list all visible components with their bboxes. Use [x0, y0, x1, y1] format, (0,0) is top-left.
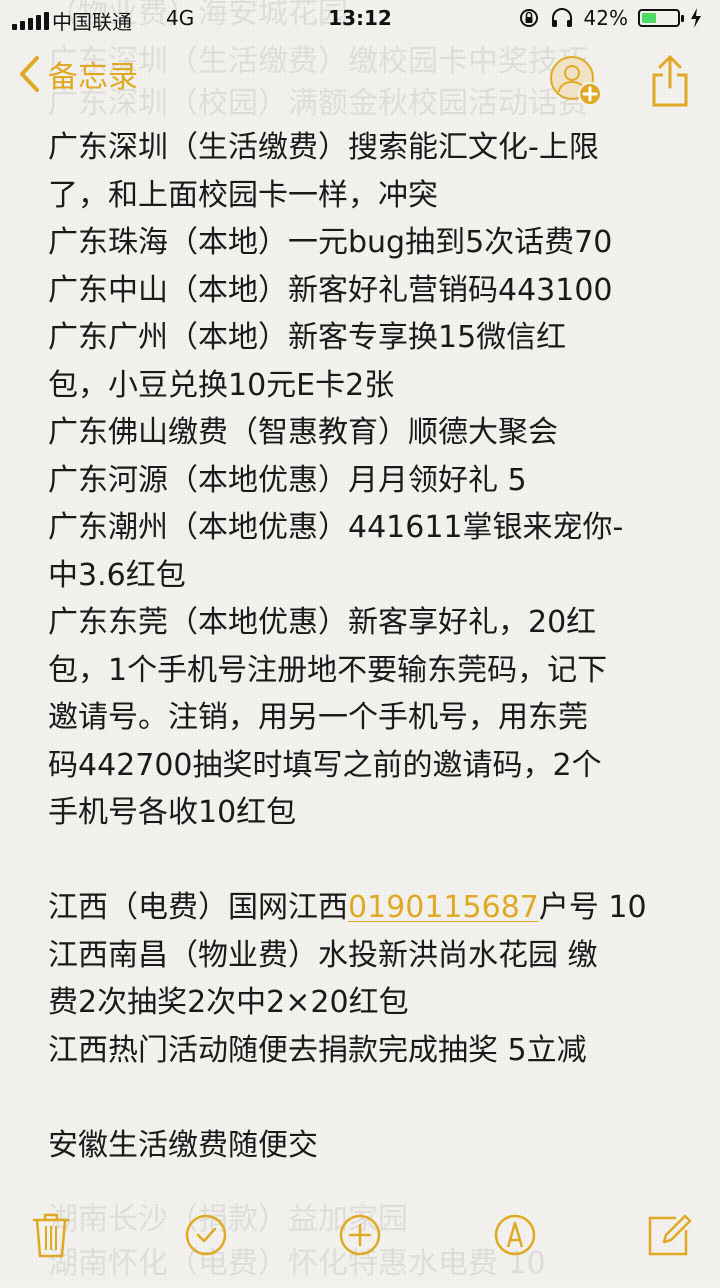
note-line: 广东佛山缴费（智惠教育）顺德大聚会 — [48, 415, 558, 450]
battery-icon — [638, 9, 684, 27]
back-label: 备忘录 — [48, 60, 138, 95]
checkmark-circle-icon — [185, 1214, 226, 1256]
note-line: 中3.6红包 — [48, 557, 186, 593]
note-line: 邀请号。注销，用另一个手机号，用东莞 — [48, 700, 588, 735]
note-line: 码442700抽奖时填写之前的邀请码，2个 — [48, 747, 602, 783]
note-line: 广东东莞（本地优惠）新客享好礼，20红 — [48, 605, 597, 640]
phone-number-link[interactable]: 0190115687 — [348, 890, 539, 925]
note-line: 江西热门活动随便去捐款完成抽奖 5立减 — [48, 1032, 587, 1068]
note-line: 包，1个手机号注册地不要输东莞码，记下 — [48, 652, 608, 688]
battery-percent: 42% — [583, 6, 628, 30]
note-line: 费2次抽奖2次中2×20红包 — [48, 985, 409, 1020]
chevron-left-icon — [20, 56, 39, 92]
note-body[interactable]: 广东深圳（生活缴费）搜索能汇文化-上限 了，和上面校园卡一样，冲突 广东珠海（本… — [48, 124, 698, 1169]
note-line: 广东中山（本地）新客好礼营销码443100 — [48, 272, 613, 308]
note-line: 广东深圳（生活缴费）搜索能汇文化-上限 — [48, 130, 599, 165]
note-text: 江西（电费）国网江西 — [48, 890, 348, 925]
checklist-button[interactable] — [183, 1212, 229, 1258]
note-line: 安徽生活缴费随便交 — [48, 1127, 318, 1163]
pen-tip-icon — [494, 1214, 535, 1256]
orientation-lock-icon — [519, 9, 538, 27]
note-line: 广东珠海（本地）一元bug抽到5次话费70 — [48, 225, 613, 260]
compose-icon — [648, 1214, 692, 1256]
back-button[interactable]: 备忘录 — [18, 52, 138, 96]
note-line: 了，和上面校园卡一样，冲突 — [48, 177, 438, 213]
note-line-jiangxi-electricity: 江西（电费）国网江西0190115687户号 10 — [48, 884, 698, 932]
share-icon[interactable] — [650, 55, 690, 107]
charging-bolt-icon — [691, 8, 701, 28]
markup-button[interactable] — [492, 1212, 538, 1258]
navigation-bar: 备忘录 — [0, 44, 720, 120]
note-line: 广东河源（本地优惠）月月领好礼 5 — [48, 462, 527, 498]
plus-circle-icon — [339, 1214, 381, 1256]
headphones-icon — [551, 8, 572, 27]
trash-icon — [32, 1213, 70, 1258]
status-bar: 中国联通 4G 13:12 42% — [0, 0, 720, 40]
compose-button[interactable] — [646, 1212, 692, 1258]
note-line: 包，小豆兑换10元E卡2张 — [48, 367, 395, 403]
note-text: 户号 10 — [538, 890, 647, 925]
note-line: 江西南昌（物业费）水投新洪尚水花园 缴 — [48, 937, 598, 973]
add-person-icon[interactable] — [548, 54, 602, 108]
note-line: 广东潮州（本地优惠）441611掌银来宠你- — [48, 510, 624, 545]
bottom-toolbar — [0, 1190, 720, 1280]
delete-button[interactable] — [28, 1212, 74, 1258]
note-line: 手机号各收10红包 — [48, 795, 297, 830]
add-button[interactable] — [337, 1212, 383, 1258]
note-line: 广东广州（本地）新客专享换15微信红 — [48, 320, 567, 355]
